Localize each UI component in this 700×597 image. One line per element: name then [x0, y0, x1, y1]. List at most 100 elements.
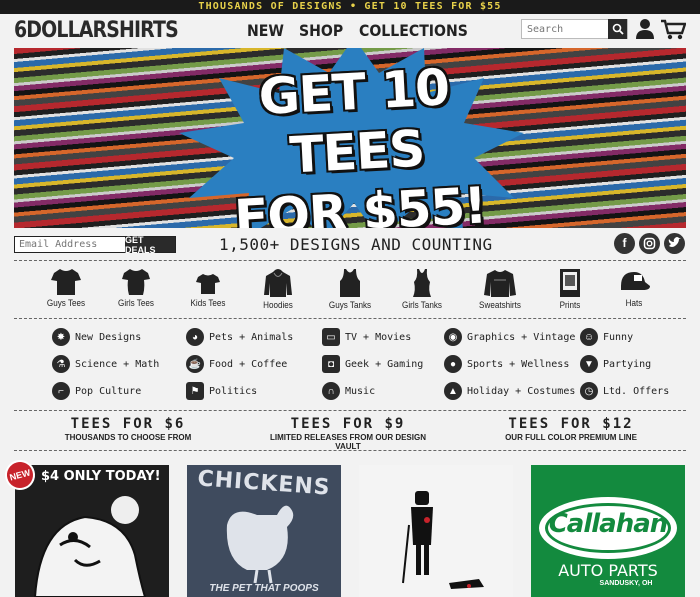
- category-label: Kids Tees: [190, 298, 226, 308]
- hero-promo-text: GET 10 TEES FOR $55!: [188, 53, 527, 228]
- tier-subtitle: OUR FULL COLOR PREMIUM LINE: [505, 433, 637, 442]
- category-label: Hats: [625, 298, 643, 308]
- category-girls-tanks[interactable]: Girls Tanks: [382, 264, 462, 310]
- product-card[interactable]: Callahan AUTO PARTS SANDUSKY, OH: [531, 465, 685, 597]
- category-sweatshirts[interactable]: Sweatshirts: [460, 264, 540, 310]
- topic-pop-culture[interactable]: ⌐ Pop Culture: [52, 380, 141, 402]
- nav-new[interactable]: NEW: [247, 21, 284, 40]
- topic-label: Science + Math: [75, 358, 160, 370]
- divider: [14, 450, 686, 451]
- main-nav: NEW SHOP COLLECTIONS: [247, 21, 483, 40]
- topic-label: Pop Culture: [75, 385, 142, 397]
- topic-politics[interactable]: ⚑ Politics: [186, 380, 257, 402]
- search-icon: [612, 23, 624, 35]
- print-icon: [560, 269, 580, 297]
- sunglasses-icon: ⌐: [52, 382, 70, 400]
- promo-topbar[interactable]: THOUSANDS OF DESIGNS • GET 10 TEES FOR $…: [0, 0, 700, 14]
- category-label: Girls Tees: [118, 298, 154, 308]
- promo-line-1: GET 10 TEES: [257, 58, 451, 185]
- account-icon[interactable]: [634, 18, 656, 40]
- product-title: Callahan: [548, 509, 669, 539]
- topic-geek-gaming[interactable]: ◘ Geek + Gaming: [322, 353, 423, 375]
- topic-pets-animals[interactable]: ◕ Pets + Animals: [186, 326, 293, 348]
- cart-icon[interactable]: [660, 18, 686, 40]
- category-label: Guys Tees: [46, 298, 86, 308]
- burst-icon: ✸: [52, 328, 70, 346]
- nav-collections[interactable]: COLLECTIONS: [359, 21, 468, 40]
- topic-label: Politics: [209, 385, 258, 397]
- womens-tshirt-icon: [122, 269, 150, 295]
- topic-partying[interactable]: ▼ Partying: [580, 353, 651, 375]
- topic-holiday-costumes[interactable]: ▲ Holiday + Costumes: [444, 380, 575, 402]
- clock-icon: ◷: [580, 382, 598, 400]
- product-caption: THE PET THAT POOPS: [209, 583, 319, 594]
- topic-new-designs[interactable]: ✸ New Designs: [52, 326, 141, 348]
- product-subtitle: AUTO PARTS: [558, 561, 658, 580]
- product-card[interactable]: CHICKENS THE PET THAT POOPS: [187, 465, 341, 597]
- tshirt-icon: [51, 269, 81, 295]
- coffee-icon: ☕: [186, 355, 204, 373]
- tank-top-icon: [340, 269, 360, 297]
- get-deals-button[interactable]: GET DEALS: [125, 235, 175, 255]
- topic-science-math[interactable]: ⚗ Science + Math: [52, 353, 159, 375]
- category-guys-tanks[interactable]: Guys Tanks: [310, 264, 390, 310]
- topic-ltd-offers[interactable]: ◷ Ltd. Offers: [580, 380, 669, 402]
- topic-label: Funny: [603, 331, 634, 343]
- tier-6[interactable]: TEES FOR $6 THOUSANDS TO CHOOSE FROM: [58, 416, 198, 442]
- hoodie-icon: [264, 269, 292, 297]
- category-girls-tees[interactable]: Girls Tees: [96, 264, 176, 308]
- smile-icon: ☺: [580, 328, 598, 346]
- flask-icon: ⚗: [52, 355, 70, 373]
- product-card[interactable]: $4 ONLY TODAY!: [15, 465, 169, 597]
- flag-icon: ⚑: [186, 382, 204, 400]
- tier-subtitle: THOUSANDS TO CHOOSE FROM: [64, 433, 192, 442]
- divider: [14, 318, 686, 319]
- twitter-icon[interactable]: [664, 233, 685, 254]
- topic-tv-movies[interactable]: ▭ TV + Movies: [322, 326, 411, 348]
- category-guys-tees[interactable]: Guys Tees: [26, 264, 106, 308]
- topic-label: Food + Coffee: [209, 358, 288, 370]
- site-logo[interactable]: 6DOLLARSHIRTS: [14, 18, 179, 43]
- sweatshirt-icon: [484, 270, 516, 297]
- category-label: Girls Tanks: [402, 300, 442, 310]
- eye-icon: ◉: [444, 328, 462, 346]
- topic-funny[interactable]: ☺ Funny: [580, 326, 633, 348]
- category-hats[interactable]: Hats: [594, 264, 674, 308]
- hero-banner[interactable]: GET 10 TEES FOR $55!: [14, 48, 686, 228]
- tier-subtitle: LIMITED RELEASES FROM OUR DESIGN VAULT: [269, 433, 426, 451]
- search-box: [521, 19, 628, 39]
- category-kids-tees[interactable]: Kids Tees: [168, 264, 248, 308]
- womens-tank-icon: [413, 269, 431, 297]
- category-hoodies[interactable]: Hoodies: [238, 264, 318, 310]
- search-button[interactable]: [608, 19, 627, 39]
- email-signup: GET DEALS: [14, 235, 176, 255]
- zombie-illustration: [33, 496, 147, 597]
- tier-title: TEES FOR $12: [508, 416, 634, 432]
- headphones-icon: ∩: [322, 382, 340, 400]
- search-input[interactable]: [522, 20, 608, 38]
- topic-graphics-vintage[interactable]: ◉ Graphics + Vintage: [444, 326, 575, 348]
- topic-label: Sports + Wellness: [467, 358, 570, 370]
- facebook-icon[interactable]: f: [614, 233, 635, 254]
- chicken-illustration: [226, 505, 294, 584]
- email-field[interactable]: [15, 237, 125, 252]
- topic-food-coffee[interactable]: ☕ Food + Coffee: [186, 353, 287, 375]
- nav-shop[interactable]: SHOP: [299, 21, 343, 40]
- topic-label: New Designs: [75, 331, 142, 343]
- topic-music[interactable]: ∩ Music: [322, 380, 375, 402]
- topic-sports-wellness[interactable]: ● Sports + Wellness: [444, 353, 569, 375]
- ball-icon: ●: [444, 355, 462, 373]
- instagram-icon[interactable]: [639, 233, 660, 254]
- topic-label: Holiday + Costumes: [467, 385, 576, 397]
- gamepad-icon: ◘: [322, 355, 340, 373]
- topic-label: Music: [345, 385, 376, 397]
- category-label: Sweatshirts: [479, 300, 521, 310]
- tv-icon: ▭: [322, 328, 340, 346]
- tier-9[interactable]: TEES FOR $9 LIMITED RELEASES FROM OUR DE…: [258, 416, 438, 451]
- topic-label: Graphics + Vintage: [467, 331, 576, 343]
- tier-title: TEES FOR $6: [70, 416, 186, 432]
- topic-label: TV + Movies: [345, 331, 412, 343]
- product-card[interactable]: [359, 465, 513, 597]
- tier-12[interactable]: TEES FOR $12 OUR FULL COLOR PREMIUM LINE: [496, 416, 646, 442]
- hat-icon: [621, 272, 650, 290]
